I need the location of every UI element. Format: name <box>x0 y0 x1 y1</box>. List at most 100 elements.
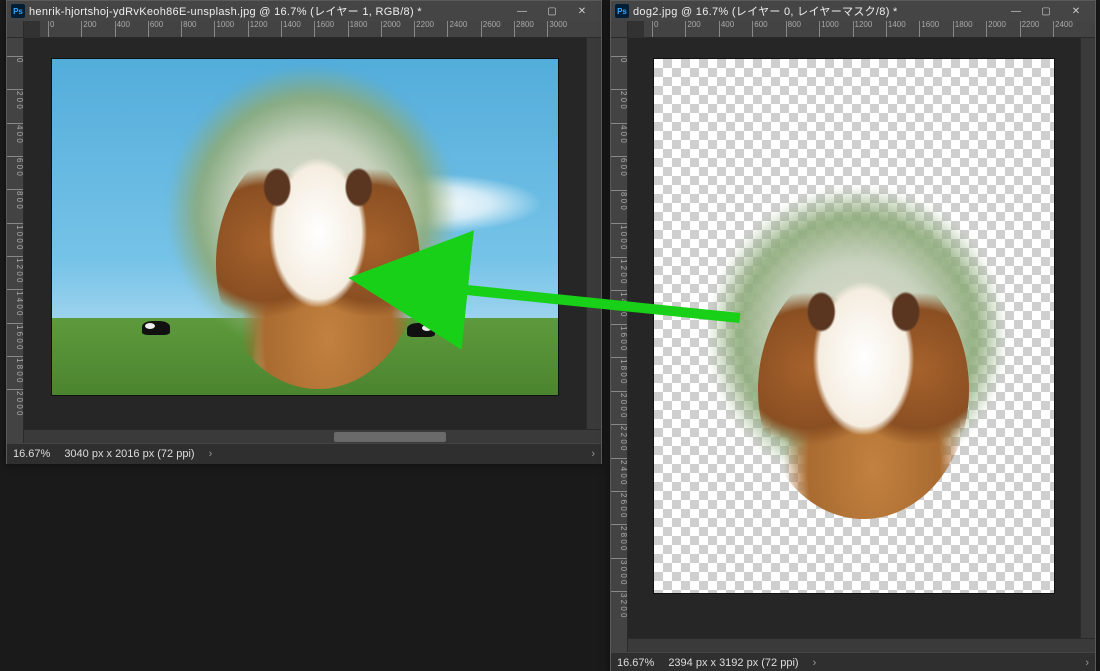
ruler-tick: 1600 <box>919 21 939 37</box>
ruler-tick: 8 0 0 <box>611 190 627 210</box>
scrollbar-horizontal[interactable] <box>24 429 587 443</box>
dog-masked <box>702 169 1012 519</box>
ruler-tick: 2200 <box>414 21 434 37</box>
cow <box>142 321 170 335</box>
ruler-tick: 2 8 0 0 <box>611 524 627 550</box>
scrollbar-horizontal[interactable] <box>628 638 1081 652</box>
ruler-tick: 800 <box>786 21 801 37</box>
minimize-icon: — <box>517 6 527 17</box>
ruler-tick: 6 0 0 <box>7 156 23 176</box>
ruler-tick: 1400 <box>281 21 301 37</box>
ruler-tick: 1000 <box>214 21 234 37</box>
ruler-tick: 2 0 0 <box>7 89 23 109</box>
maximize-button[interactable]: ▢ <box>1031 1 1061 21</box>
ruler-tick: 0 <box>652 21 658 37</box>
ruler-tick: 2 0 0 <box>611 89 627 109</box>
ruler-corner <box>7 21 24 38</box>
document-title: henrik-hjortshoj-ydRvKeoh86E-unsplash.jp… <box>29 3 503 19</box>
ruler-tick: 1 2 0 0 <box>611 257 627 283</box>
title-bar[interactable]: Ps dog2.jpg @ 16.7% (レイヤー 0, レイヤーマスク/8) … <box>611 1 1095 21</box>
ruler-tick: 1200 <box>853 21 873 37</box>
ruler-tick: 1 4 0 0 <box>611 290 627 316</box>
ruler-tick: 3 2 0 0 <box>611 591 627 617</box>
document-image <box>653 58 1055 594</box>
ruler-tick: 600 <box>148 21 163 37</box>
ruler-tick: 600 <box>752 21 767 37</box>
ruler-horizontal[interactable]: 0200400600800100012001400160018002000220… <box>40 21 601 38</box>
ruler-tick: 1400 <box>886 21 906 37</box>
close-button[interactable]: ✕ <box>1061 1 1091 21</box>
title-bar[interactable]: Ps henrik-hjortshoj-ydRvKeoh86E-unsplash… <box>7 1 601 21</box>
ruler-tick: 200 <box>685 21 700 37</box>
ruler-tick: 3000 <box>547 21 567 37</box>
status-bar: 16.67% 2394 px x 3192 px (72 ppi) › › <box>611 652 1095 671</box>
document-image <box>51 58 559 396</box>
ruler-vertical[interactable]: 02 0 04 0 06 0 08 0 01 0 0 01 2 0 01 4 0… <box>7 38 24 443</box>
scroll-corner <box>587 429 601 443</box>
ruler-tick: 2600 <box>481 21 501 37</box>
ruler-tick: 4 0 0 <box>611 123 627 143</box>
ruler-tick: 6 0 0 <box>611 156 627 176</box>
ruler-tick: 2 4 0 0 <box>611 458 627 484</box>
ruler-tick: 2 0 0 0 <box>611 391 627 417</box>
maximize-button[interactable]: ▢ <box>537 1 567 21</box>
ruler-tick: 2200 <box>1020 21 1040 37</box>
ruler-tick: 0 <box>48 21 54 37</box>
ruler-tick: 2000 <box>381 21 401 37</box>
ruler-tick: 400 <box>719 21 734 37</box>
ruler-horizontal[interactable]: 0200400600800100012001400160018002000220… <box>644 21 1095 38</box>
ruler-tick: 800 <box>181 21 196 37</box>
chevron-right-icon[interactable]: › <box>813 657 817 669</box>
ruler-tick: 1 6 0 0 <box>611 324 627 350</box>
chevron-right-icon[interactable]: › <box>209 448 213 460</box>
document-window-1[interactable]: Ps henrik-hjortshoj-ydRvKeoh86E-unsplash… <box>6 0 602 464</box>
scroll-thumb[interactable] <box>334 432 447 442</box>
ruler-tick: 1 4 0 0 <box>7 289 23 315</box>
document-dimensions: 3040 px x 2016 px (72 ppi) <box>64 448 194 460</box>
ruler-tick: 1 8 0 0 <box>611 357 627 383</box>
ruler-tick: 2 0 0 0 <box>7 389 23 415</box>
ruler-tick: 0 <box>611 56 627 62</box>
ruler-corner <box>611 21 628 38</box>
ruler-tick: 1600 <box>314 21 334 37</box>
ruler-tick: 1800 <box>953 21 973 37</box>
dog-composite <box>162 49 462 389</box>
ruler-tick: 2 6 0 0 <box>611 491 627 517</box>
canvas[interactable] <box>628 38 1080 638</box>
ruler-tick: 2400 <box>1053 21 1073 37</box>
ruler-tick: 1 0 0 0 <box>611 223 627 249</box>
scrollbar-vertical[interactable] <box>586 38 601 429</box>
canvas[interactable] <box>24 38 586 429</box>
ruler-tick: 8 0 0 <box>7 189 23 209</box>
close-icon: ✕ <box>578 6 586 17</box>
ruler-tick: 3 0 0 0 <box>611 558 627 584</box>
document-window-2[interactable]: Ps dog2.jpg @ 16.7% (レイヤー 0, レイヤーマスク/8) … <box>610 0 1096 671</box>
close-icon: ✕ <box>1072 6 1080 17</box>
scrollbar-vertical[interactable] <box>1080 38 1095 638</box>
status-bar: 16.67% 3040 px x 2016 px (72 ppi) › › <box>7 443 601 464</box>
ruler-tick: 1 0 0 0 <box>7 223 23 249</box>
photoshop-icon: Ps <box>615 4 629 18</box>
ruler-tick: 2800 <box>514 21 534 37</box>
ruler-tick: 200 <box>81 21 96 37</box>
minimize-button[interactable]: — <box>1001 1 1031 21</box>
chevron-right-icon[interactable]: › <box>1085 657 1089 669</box>
ruler-tick: 1200 <box>248 21 268 37</box>
maximize-icon: ▢ <box>547 6 556 17</box>
zoom-level[interactable]: 16.67% <box>13 448 50 460</box>
minimize-button[interactable]: — <box>507 1 537 21</box>
close-button[interactable]: ✕ <box>567 1 597 21</box>
document-title: dog2.jpg @ 16.7% (レイヤー 0, レイヤーマスク/8) * <box>633 3 997 19</box>
zoom-level[interactable]: 16.67% <box>617 657 654 669</box>
scroll-corner <box>1081 638 1095 652</box>
photoshop-icon: Ps <box>11 4 25 18</box>
ruler-tick: 2400 <box>447 21 467 37</box>
ruler-tick: 1800 <box>348 21 368 37</box>
maximize-icon: ▢ <box>1041 6 1050 17</box>
chevron-right-icon[interactable]: › <box>591 448 595 460</box>
ruler-tick: 4 0 0 <box>7 123 23 143</box>
ruler-tick: 0 <box>7 56 23 62</box>
ruler-vertical[interactable]: 0 2 0 0 4 0 0 6 0 0 8 0 0 1 0 0 0 1 2 0 0 1 4 0… <box>611 38 628 652</box>
ruler-tick: 1 6 0 0 <box>7 323 23 349</box>
minimize-icon: — <box>1011 6 1021 17</box>
